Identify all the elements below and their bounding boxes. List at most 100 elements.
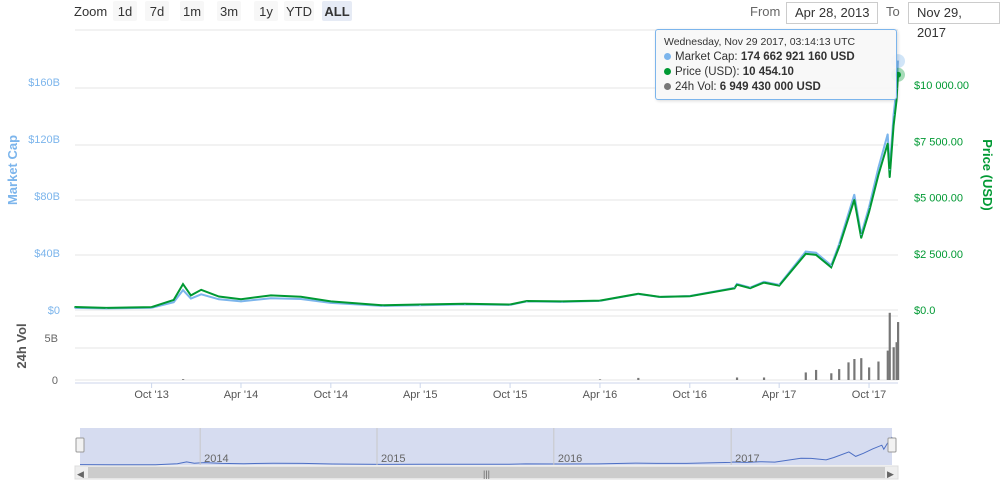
price-point bbox=[804, 252, 807, 255]
price-point bbox=[815, 254, 817, 256]
scroll-left-arrow-icon[interactable]: ◀ bbox=[77, 469, 84, 479]
zoom-button-label[interactable]: 1y bbox=[259, 4, 273, 19]
tooltip-row-price: Price (USD): 10 454.10 bbox=[664, 66, 794, 78]
volume-bar bbox=[637, 377, 640, 380]
price-point bbox=[688, 295, 691, 297]
zoom-button-label[interactable]: 1d bbox=[118, 4, 132, 19]
zoom-button-label[interactable]: ALL bbox=[324, 4, 349, 19]
volume-dot-icon bbox=[664, 83, 671, 90]
price-point bbox=[853, 198, 856, 201]
market-cap-point bbox=[853, 193, 856, 196]
market-cap-point bbox=[860, 233, 862, 236]
volume-tick-label: 0 bbox=[52, 375, 58, 387]
price-point bbox=[270, 294, 272, 297]
right-tick-label: $5 000.00 bbox=[914, 193, 963, 205]
price-point bbox=[860, 237, 862, 239]
price-point bbox=[778, 284, 780, 287]
navigator[interactable]: 2014 2015 2016 2017 ◀ ▶ ||| bbox=[74, 428, 899, 480]
market-cap-point bbox=[300, 298, 302, 300]
price-dot-icon bbox=[664, 68, 671, 75]
zoom-button-label[interactable]: 7d bbox=[150, 4, 164, 19]
x-tick-label: Oct '15 bbox=[493, 389, 528, 401]
price-point bbox=[330, 300, 332, 303]
price-point bbox=[240, 298, 242, 301]
tooltip-label: Price (USD): bbox=[675, 66, 740, 78]
volume-bar bbox=[804, 372, 807, 380]
volume-bar bbox=[762, 377, 766, 380]
price-point bbox=[182, 283, 184, 285]
market-cap-point bbox=[200, 293, 202, 296]
volume-bar bbox=[847, 362, 850, 380]
market-cap-point bbox=[330, 302, 332, 304]
navigator-handle-left[interactable] bbox=[75, 437, 85, 453]
x-tick-label: Apr '17 bbox=[762, 389, 797, 401]
tooltip-value: 6 949 430 000 USD bbox=[719, 81, 821, 93]
from-label: From bbox=[750, 4, 781, 19]
market-cap-point bbox=[888, 168, 891, 171]
zoom-button-label[interactable]: 3m bbox=[220, 4, 238, 19]
from-date-input[interactable]: Apr 28, 2013 bbox=[786, 2, 879, 24]
left-tick-label: $40B bbox=[34, 248, 60, 260]
to-date-input[interactable]: Nov 29, 2017 bbox=[908, 2, 1000, 40]
tooltip-label: Market Cap: bbox=[675, 51, 738, 63]
navigator-handle-right[interactable] bbox=[887, 437, 897, 453]
price-point bbox=[749, 287, 751, 289]
tooltip-header: Wednesday, Nov 29 2017, 03:14:13 UTC bbox=[664, 36, 856, 48]
volume-bar bbox=[598, 379, 602, 380]
price-point bbox=[74, 306, 76, 308]
volume-bar bbox=[888, 312, 891, 380]
price-point bbox=[637, 293, 640, 295]
price-point bbox=[300, 295, 302, 298]
price-point bbox=[419, 303, 422, 306]
price-point bbox=[733, 287, 736, 290]
price-point bbox=[736, 283, 738, 286]
price-point bbox=[464, 303, 466, 305]
market-cap-point bbox=[815, 251, 817, 254]
x-tick-label: Apr '15 bbox=[403, 389, 438, 401]
volume-bars bbox=[182, 312, 900, 380]
market-cap-point bbox=[892, 113, 895, 116]
x-tick-label: Oct '14 bbox=[314, 389, 349, 401]
price-point bbox=[895, 99, 898, 102]
zoom-button-label[interactable]: 1m bbox=[183, 4, 201, 19]
x-tick-label: Apr '16 bbox=[583, 389, 618, 401]
right-tick-label: $10 000.00 bbox=[914, 80, 969, 92]
volume-bar bbox=[814, 369, 818, 380]
volume-bar bbox=[182, 379, 185, 380]
market-cap-point bbox=[270, 297, 272, 299]
price-point bbox=[382, 304, 384, 307]
price-point bbox=[105, 307, 108, 309]
volume-bar bbox=[830, 373, 833, 380]
zoom-button-label[interactable]: YTD bbox=[286, 4, 312, 19]
price-line bbox=[74, 74, 899, 309]
price-point bbox=[763, 281, 765, 284]
price-point bbox=[599, 299, 601, 302]
price-point bbox=[525, 300, 528, 302]
price-point bbox=[892, 124, 895, 127]
market-cap-point bbox=[172, 301, 175, 303]
price-point bbox=[888, 176, 891, 179]
price-point bbox=[190, 294, 192, 297]
volume-bar bbox=[897, 322, 900, 380]
volume-bar bbox=[868, 367, 871, 380]
price-point bbox=[838, 246, 840, 248]
market-cap-dot-icon bbox=[664, 53, 671, 60]
price-point bbox=[561, 300, 563, 303]
volume-bar bbox=[853, 359, 856, 380]
market-cap-point bbox=[218, 298, 220, 301]
market-cap-point bbox=[804, 250, 807, 253]
navigator-label: 2016 bbox=[558, 453, 582, 465]
market-cap-point bbox=[868, 206, 870, 209]
volume-bar bbox=[886, 350, 889, 380]
navigator-label: 2017 bbox=[735, 453, 759, 465]
right-tick-label: $0.0 bbox=[914, 305, 935, 317]
price-point bbox=[172, 299, 175, 301]
market-cap-point bbox=[830, 264, 833, 267]
market-cap-point bbox=[877, 166, 880, 169]
navigator-label: 2015 bbox=[381, 453, 405, 465]
scroll-right-arrow-icon[interactable]: ▶ bbox=[887, 469, 894, 479]
scrollbar-grip-icon: ||| bbox=[483, 469, 490, 479]
left-tick-label: $160B bbox=[28, 77, 60, 89]
market-cap-point bbox=[190, 297, 192, 300]
tooltip: Wednesday, Nov 29 2017, 03:14:13 UTC Mar… bbox=[655, 29, 897, 100]
